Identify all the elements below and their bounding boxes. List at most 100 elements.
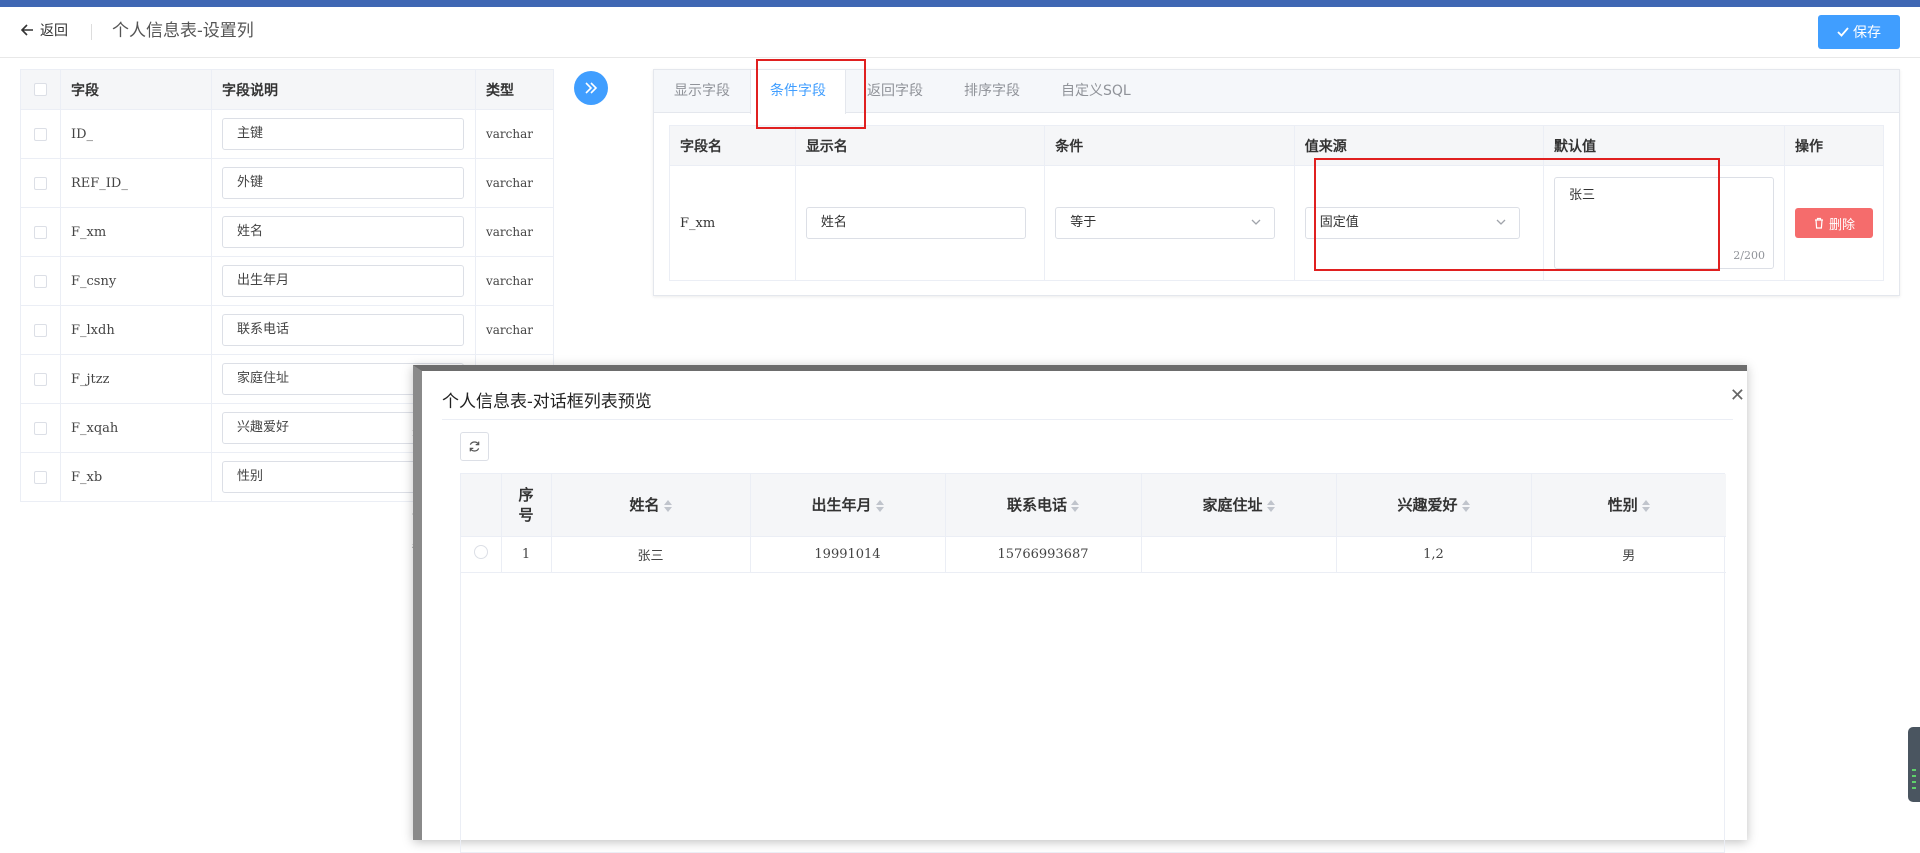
cell-gender: 男 — [1531, 536, 1726, 573]
field-type: varchar — [475, 305, 554, 355]
col-hobby[interactable]: 兴趣爱好 — [1336, 474, 1532, 537]
col-birth-label: 出生年月 — [811, 496, 872, 515]
cell-seq: 1 — [501, 536, 552, 573]
col-phone-label: 联系电话 — [1006, 496, 1067, 515]
tab-custom-sql[interactable]: 自定义SQL — [1061, 70, 1131, 113]
col-name[interactable]: 姓名 — [551, 474, 751, 537]
preview-header-row: 序号 姓名 出生年月 联系电话 家庭住址 兴趣爱好 性别 — [461, 474, 1726, 537]
move-right-button[interactable] — [574, 71, 608, 105]
default-value-textarea[interactable]: 张三 2/200 — [1553, 177, 1774, 269]
col-gender[interactable]: 性别 — [1531, 474, 1726, 537]
save-button[interactable]: 保存 — [1818, 15, 1900, 49]
arrow-left-icon — [21, 24, 33, 36]
field-name: F_xm — [60, 207, 212, 257]
config-tabs: 显示字段 条件字段 返回字段 排序字段 自定义SQL — [654, 70, 1899, 114]
preview-grid: 序号 姓名 出生年月 联系电话 家庭住址 兴趣爱好 性别 1 张三 199910… — [460, 473, 1726, 853]
header-divider — [91, 24, 92, 40]
col-address[interactable]: 家庭住址 — [1141, 474, 1337, 537]
field-desc-input[interactable]: 姓名 — [222, 216, 464, 248]
select-all-cell — [20, 69, 61, 110]
field-name: F_lxdh — [60, 305, 212, 355]
chevron-down-icon — [1496, 219, 1506, 225]
double-chevron-right-icon — [585, 82, 598, 94]
trash-icon — [1814, 217, 1823, 229]
tab-return-fields[interactable]: 返回字段 — [867, 70, 923, 113]
side-widget-handle[interactable] — [1908, 727, 1920, 802]
cell-hobby: 1,2 — [1336, 536, 1532, 573]
row-checkbox[interactable] — [34, 127, 47, 141]
refresh-button[interactable] — [460, 432, 489, 461]
col-seq-label: 序号 — [518, 485, 534, 524]
col-hobby-label: 兴趣爱好 — [1397, 496, 1458, 515]
field-type: varchar — [475, 109, 554, 159]
col-actions: 操作 — [1784, 125, 1884, 166]
row-checkbox[interactable] — [34, 421, 47, 435]
back-button[interactable]: 返回 — [21, 20, 68, 40]
cell-address — [1141, 536, 1337, 573]
field-name: F_xb — [60, 452, 212, 502]
close-icon[interactable]: ✕ — [1730, 385, 1745, 406]
char-counter: 2/200 — [1733, 249, 1765, 262]
sort-icon[interactable] — [663, 499, 672, 512]
condition-value: 等于 — [1070, 215, 1097, 230]
default-value-text: 张三 — [1568, 188, 1595, 203]
field-desc-input[interactable]: 主键 — [222, 118, 464, 150]
display-name-input[interactable]: 姓名 — [805, 207, 1026, 239]
top-accent-bar — [0, 0, 1920, 7]
tab-display-fields[interactable]: 显示字段 — [674, 70, 730, 113]
sort-icon[interactable] — [1641, 499, 1650, 512]
field-name: REF_ID_ — [60, 158, 212, 208]
table-row: F_csny 出生年月 varchar — [20, 256, 554, 306]
table-row: F_xm 姓名 等于 固定值 张三 2/200 删除 — [669, 165, 1884, 281]
cell-name: 张三 — [551, 536, 751, 573]
preview-table: 序号 姓名 出生年月 联系电话 家庭住址 兴趣爱好 性别 1 张三 199910… — [461, 474, 1726, 573]
value-source-select[interactable]: 固定值 — [1304, 207, 1520, 239]
column-config-panel: 显示字段 条件字段 返回字段 排序字段 自定义SQL 字段名 显示名 条件 值来… — [653, 69, 1900, 296]
table-row: F_lxdh 联系电话 varchar — [20, 305, 554, 355]
page-header: 返回 个人信息表-设置列 保存 — [0, 7, 1920, 58]
sort-icon[interactable] — [875, 499, 884, 512]
table-row: REF_ID_ 外键 varchar — [20, 158, 554, 208]
back-label: 返回 — [40, 23, 68, 39]
row-checkbox[interactable] — [34, 225, 47, 239]
refresh-icon — [469, 441, 480, 452]
condition-table: 字段名 显示名 条件 值来源 默认值 操作 F_xm 姓名 等于 固定值 张三 2… — [669, 125, 1884, 281]
field-name: F_csny — [60, 256, 212, 306]
select-column-header — [461, 474, 502, 537]
tab-condition-fields[interactable]: 条件字段 — [750, 70, 846, 114]
col-field-name: 字段名 — [669, 125, 796, 166]
dialog-divider — [442, 419, 1733, 420]
field-desc-input[interactable]: 出生年月 — [222, 265, 464, 297]
col-display-name: 显示名 — [795, 125, 1046, 166]
delete-button[interactable]: 删除 — [1795, 208, 1873, 238]
field-desc-input[interactable]: 外键 — [222, 167, 464, 199]
value-source-value: 固定值 — [1319, 215, 1359, 230]
dialog-title: 个人信息表-对话框列表预览 — [442, 392, 652, 412]
col-address-label: 家庭住址 — [1202, 496, 1263, 515]
sort-icon[interactable] — [1071, 499, 1079, 512]
row-checkbox[interactable] — [34, 470, 47, 484]
row-checkbox[interactable] — [34, 372, 47, 386]
field-desc-input[interactable]: 联系电话 — [222, 314, 464, 346]
condition-field-name: F_xm — [669, 165, 796, 281]
col-birth[interactable]: 出生年月 — [750, 474, 946, 537]
row-checkbox[interactable] — [34, 176, 47, 190]
condition-select[interactable]: 等于 — [1055, 207, 1276, 239]
display-name-value: 姓名 — [820, 215, 847, 230]
col-phone[interactable]: 联系电话 — [945, 474, 1142, 537]
sort-icon[interactable] — [1266, 499, 1275, 512]
cell-phone: 15766993687 — [945, 536, 1142, 573]
table-row[interactable]: 1 张三 19991014 15766993687 1,2 男 — [461, 536, 1726, 573]
col-seq: 序号 — [501, 474, 552, 537]
col-type: 类型 — [475, 69, 554, 110]
row-radio[interactable] — [473, 545, 488, 559]
field-type: varchar — [475, 207, 554, 257]
row-checkbox[interactable] — [34, 274, 47, 288]
field-type: varchar — [475, 158, 554, 208]
field-name: ID_ — [60, 109, 212, 159]
sort-icon[interactable] — [1461, 499, 1470, 512]
row-checkbox[interactable] — [34, 323, 47, 337]
tab-sort-fields[interactable]: 排序字段 — [964, 70, 1020, 113]
col-default-value: 默认值 — [1543, 125, 1786, 166]
select-all-checkbox[interactable] — [34, 83, 47, 96]
